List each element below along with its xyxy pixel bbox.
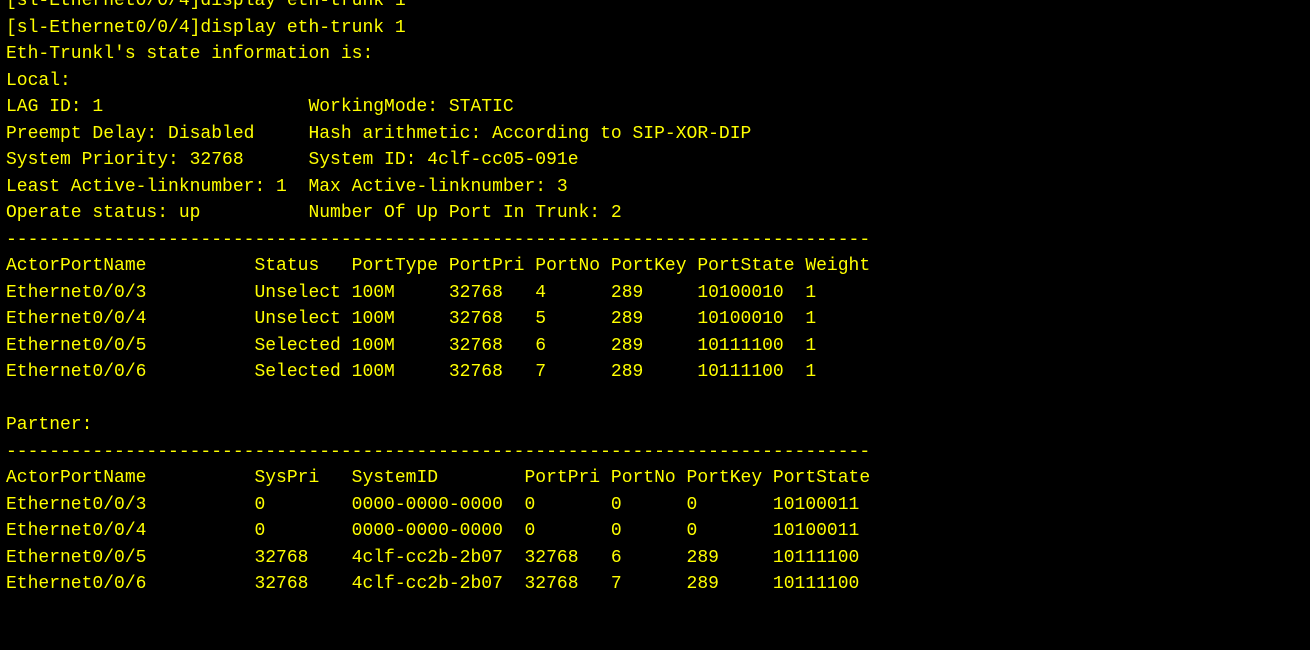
terminal-window[interactable]: [sl-Ethernet0/0/4]display eth-trunk 1 [s…	[6, 0, 1306, 650]
terminal-line-state-header: Eth-Trunkl's state information is:	[6, 44, 374, 64]
local-table-row: Ethernet0/0/4 Unselect 100M 32768 5 289 …	[6, 309, 817, 329]
terminal-line-active-linknumber: Least Active-linknumber: 1 Max Active-li…	[6, 176, 568, 197]
terminal-line-system-priority: System Priority: 32768 System ID: 4clf-c…	[6, 150, 579, 170]
terminal-line-separator: ----------------------------------------…	[6, 441, 871, 462]
local-table-row: Ethernet0/0/6 Selected 100M 32768 7 289 …	[6, 362, 817, 382]
partner-table-row: Ethernet0/0/3 0 0000-0000-0000 0 0 0 101…	[6, 494, 860, 515]
terminal-line-local-label: Local:	[6, 70, 71, 91]
partner-table-row: Ethernet0/0/6 32768 4clf-cc2b-2b07 32768…	[6, 574, 860, 594]
terminal-line-prev-command: [sl-Ethernet0/0/4]display eth-trunk 1	[6, 0, 406, 11]
partner-table-header: ActorPortName SysPri SystemID PortPri Po…	[6, 468, 871, 488]
partner-table-row: Ethernet0/0/5 32768 4clf-cc2b-2b07 32768…	[6, 547, 860, 568]
partner-table-row: Ethernet0/0/4 0 0000-0000-0000 0 0 0 101…	[6, 521, 860, 541]
local-table-row: Ethernet0/0/3 Unselect 100M 32768 4 289 …	[6, 282, 817, 303]
local-table-header: ActorPortName Status PortType PortPri Po…	[6, 256, 871, 276]
terminal-line-command: [sl-Ethernet0/0/4]display eth-trunk 1	[6, 17, 406, 38]
local-table-row: Ethernet0/0/5 Selected 100M 32768 6 289 …	[6, 335, 817, 356]
terminal-line-preempt-delay: Preempt Delay: Disabled Hash arithmetic:…	[6, 123, 752, 144]
terminal-line-separator: ----------------------------------------…	[6, 229, 871, 250]
terminal-line-lag-id: LAG ID: 1 WorkingMode: STATIC	[6, 97, 514, 117]
terminal-line-operate-status: Operate status: up Number Of Up Port In …	[6, 203, 622, 223]
terminal-line-partner-label: Partner:	[6, 415, 93, 435]
